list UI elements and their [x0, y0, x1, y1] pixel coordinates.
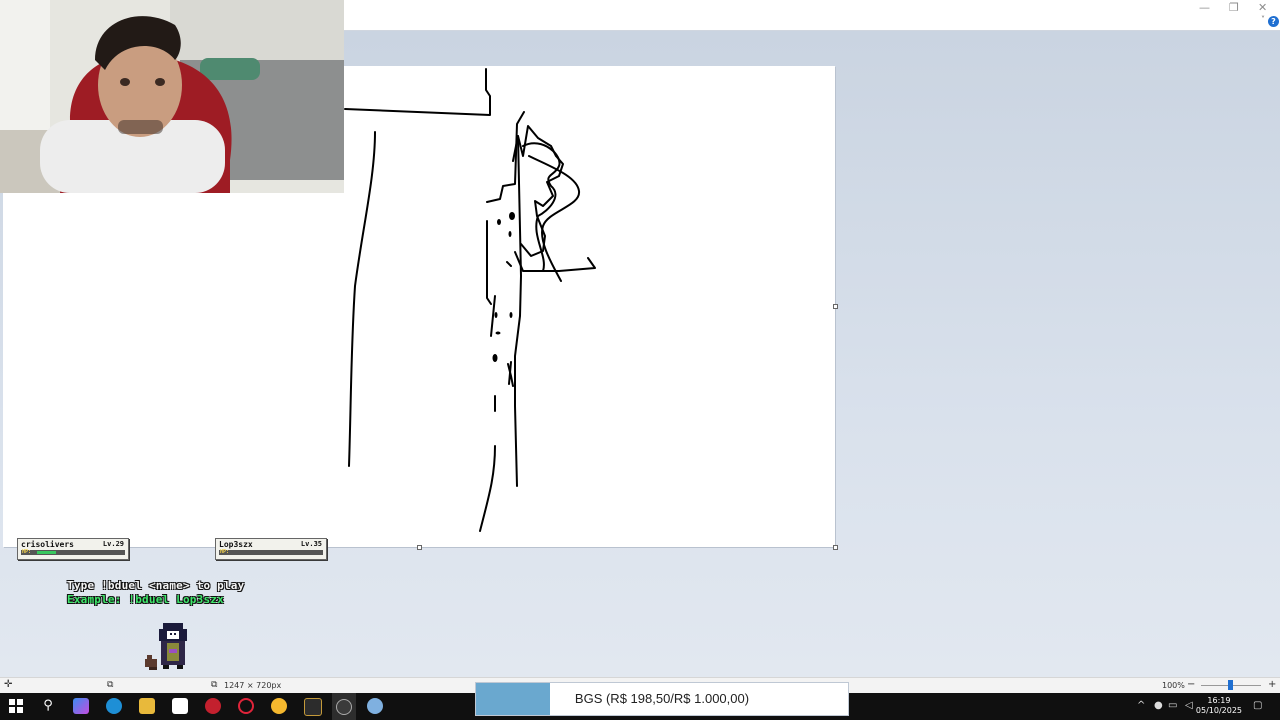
system-clock[interactable]: 16:19 05/10/2025 — [1196, 696, 1242, 716]
minimize-button[interactable]: — — [1199, 1, 1210, 14]
player-level: Lv.29 — [102, 540, 124, 548]
close-button[interactable]: ✕ — [1258, 1, 1267, 14]
opponent-name: Lop3szx — [219, 540, 253, 549]
chevron-up-icon[interactable]: ^ — [1137, 700, 1145, 711]
opera-gx-icon[interactable] — [238, 698, 254, 714]
donation-goal-widget: BGS (R$ 198,50/R$ 1.000,00) — [475, 682, 849, 716]
webcam-image — [0, 0, 344, 193]
pixel-character-sprite — [145, 623, 187, 670]
app-red-icon[interactable] — [205, 698, 221, 714]
volume-icon[interactable]: ◁ — [1185, 700, 1193, 711]
notification-icon[interactable]: ▢ — [1253, 700, 1262, 711]
help-icon[interactable]: ? — [1268, 16, 1279, 27]
resize-handle-right[interactable] — [833, 304, 838, 309]
hp-track: HP: — [21, 549, 125, 555]
duel-example-text: Example: !bduel Lop3szx — [67, 593, 224, 606]
image-dimensions: 1247 × 720px — [224, 681, 282, 690]
search-icon[interactable]: ⚲ — [40, 698, 56, 714]
paint-brush-icon[interactable] — [367, 698, 383, 714]
zoom-level[interactable]: 100% — [1162, 681, 1185, 690]
copilot-icon[interactable] — [73, 698, 89, 714]
zoom-slider-thumb[interactable] — [1228, 680, 1233, 690]
app-gold-icon[interactable] — [304, 698, 322, 716]
edge-icon[interactable] — [106, 698, 122, 714]
resize-handle-corner[interactable] — [833, 545, 838, 550]
goal-text: BGS (R$ 198,50/R$ 1.000,00) — [574, 691, 750, 706]
move-icon: ✛ — [4, 679, 13, 690]
chrome-icon[interactable] — [271, 698, 287, 714]
webcam-feed — [0, 0, 344, 193]
obs-icon[interactable] — [332, 693, 356, 720]
hp-fill — [37, 551, 57, 554]
hp-label: HP: — [22, 549, 32, 555]
file-explorer-icon[interactable] — [139, 698, 155, 714]
zoom-in-button[interactable]: + — [1268, 679, 1276, 690]
hp-label: HP: — [220, 549, 230, 555]
opponent-hp-card: Lop3szx Lv.35 HP: — [215, 538, 327, 560]
start-icon[interactable] — [8, 698, 24, 714]
canvas-size-icon: ⧉ — [107, 680, 114, 690]
microphone-icon[interactable]: ● — [1154, 700, 1163, 711]
resize-handle-bottom[interactable] — [417, 545, 422, 550]
opponent-level: Lv.35 — [300, 540, 322, 548]
zoom-out-button[interactable]: − — [1187, 679, 1195, 690]
ribbon-toggle-icon[interactable]: ˅ — [1261, 15, 1265, 24]
duel-instruction-text: Type !bduel <name> to play — [67, 579, 245, 592]
player-hp-card: crisolivers Lv.29 HP: — [17, 538, 129, 560]
paint-icon[interactable] — [172, 698, 188, 714]
player-name: crisolivers — [21, 540, 74, 549]
clock-time: 16:19 — [1207, 696, 1231, 705]
hp-track: HP: — [219, 549, 323, 555]
restore-button[interactable]: ❐ — [1229, 1, 1239, 14]
selection-icon: ⧉ — [211, 680, 218, 690]
clock-date: 05/10/2025 — [1195, 706, 1242, 715]
network-icon[interactable]: ▭ — [1168, 700, 1177, 711]
